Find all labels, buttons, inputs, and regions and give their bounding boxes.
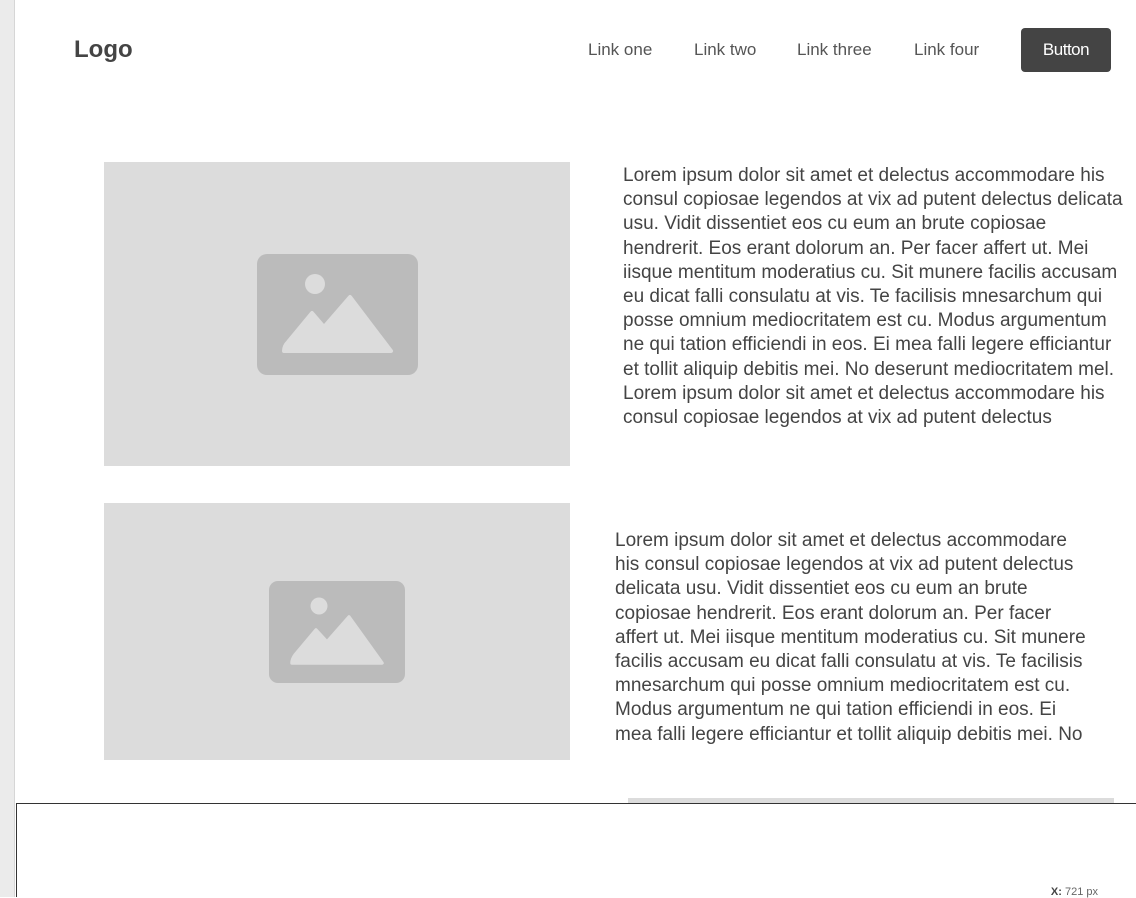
image-placeholder-icon [269, 580, 405, 683]
header-button[interactable]: Button [1021, 28, 1111, 72]
image-placeholder-icon [256, 253, 418, 375]
left-gutter [0, 0, 15, 897]
nav-link-one[interactable]: Link one [588, 28, 652, 72]
x-label: X: [1050, 886, 1062, 898]
nav-link-two[interactable]: Link two [694, 28, 756, 72]
x-coordinate-readout: X: 721 px [1051, 886, 1098, 898]
top-navigation: Link one Link two Link three Link four B… [0, 28, 1136, 72]
bottom-inspector-panel: X: 721 px [16, 803, 1136, 898]
image-placeholder-1 [104, 162, 570, 466]
x-value: 721 px [1064, 886, 1098, 898]
section-2-text: Lorem ipsum dolor sit amet et delectus a… [615, 530, 1086, 745]
section-1-text: Lorem ipsum dolor sit amet et delectus a… [623, 165, 1123, 429]
nav-link-four[interactable]: Link four [914, 28, 979, 72]
image-placeholder-2 [104, 503, 570, 760]
nav-link-three[interactable]: Link three [797, 28, 872, 72]
